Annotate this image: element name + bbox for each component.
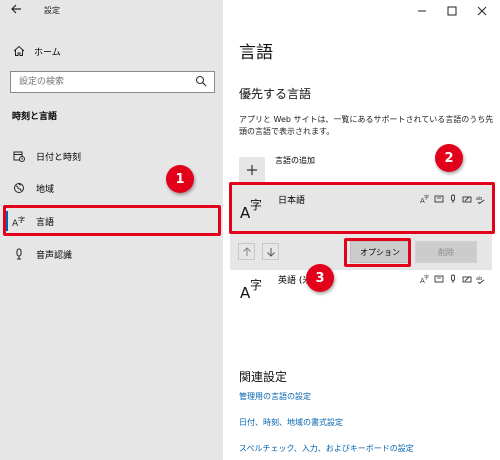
move-up-button[interactable]: [238, 243, 255, 260]
arrow-up-icon: [242, 246, 251, 256]
language-features: A字 ab: [420, 274, 486, 284]
link-spelling-keyboard[interactable]: スペルチェック、入力、およびキーボードの設定: [239, 443, 414, 454]
speech-recognition-icon: [448, 274, 458, 284]
minimize-button[interactable]: [413, 2, 431, 20]
back-button[interactable]: [8, 3, 24, 19]
home-label: ホーム: [34, 47, 61, 58]
highlight-options-button: [344, 238, 411, 267]
handwriting-icon: [462, 274, 472, 284]
preferred-languages-title: 優先する言語: [239, 87, 312, 101]
link-admin-language[interactable]: 管理用の言語の設定: [239, 391, 311, 402]
highlight-language-nav: [3, 205, 221, 236]
globe-region-icon: [12, 181, 26, 195]
svg-text:字: 字: [424, 274, 429, 281]
microphone-icon: [12, 247, 26, 261]
minimize-icon: [418, 10, 426, 12]
plus-icon: [239, 157, 265, 183]
sidebar-item-date-time[interactable]: 日付と時刻: [8, 143, 218, 169]
window-title: 設定: [44, 6, 60, 15]
spell-check-icon: ab: [476, 274, 486, 284]
remove-button[interactable]: 削除: [415, 241, 477, 263]
sidebar-item-label: 音声認識: [36, 250, 73, 261]
display-language-icon: A字: [420, 274, 430, 284]
annotation-badge-2: 2: [435, 144, 463, 172]
link-date-time-format[interactable]: 日付、時刻、地域の書式設定: [239, 417, 343, 428]
language-glyph-icon: A字: [240, 275, 266, 302]
arrow-left-icon: [11, 4, 21, 14]
page-title: 言語: [239, 43, 273, 63]
search-box[interactable]: [10, 71, 215, 93]
svg-text:字: 字: [250, 277, 262, 292]
calendar-clock-icon: [12, 149, 26, 163]
sidebar-item-label: 地域: [36, 184, 55, 195]
preferred-languages-description: アプリと Web サイトは、一覧にあるサポートされている言語のうち先頭の言語で表…: [239, 115, 494, 136]
language-item-english[interactable]: A字 英語 (米 A字 ab: [230, 270, 492, 306]
add-language-button[interactable]: 言語の追加: [239, 153, 315, 183]
maximize-button[interactable]: [443, 2, 461, 20]
annotation-badge-1: 1: [166, 165, 194, 193]
section-label: 時刻と言語: [12, 112, 58, 122]
home-nav-item[interactable]: ホーム: [12, 43, 61, 59]
main-panel: 言語 優先する言語 アプリと Web サイトは、一覧にあるサポートされている言語…: [223, 0, 500, 460]
related-settings-title: 関連設定: [239, 370, 288, 384]
maximize-icon: [447, 6, 457, 16]
sidebar-item-speech[interactable]: 音声認識: [8, 241, 218, 267]
search-input[interactable]: [11, 72, 191, 92]
highlight-japanese-item: [229, 182, 495, 234]
home-icon: [12, 44, 26, 58]
sidebar: 設定 ホーム 時刻と言語 日付と時刻 地域 A字 言語 音: [0, 0, 223, 460]
text-to-speech-icon: [434, 274, 444, 284]
search-icon[interactable]: [195, 75, 209, 89]
add-language-label: 言語の追加: [275, 156, 315, 165]
svg-text:ab: ab: [476, 276, 482, 282]
move-down-button[interactable]: [262, 243, 279, 260]
annotation-badge-3: 3: [306, 264, 334, 292]
close-button[interactable]: [473, 2, 491, 20]
close-icon: [477, 6, 487, 16]
arrow-down-icon: [266, 247, 275, 257]
sidebar-item-label: 日付と時刻: [36, 152, 82, 163]
